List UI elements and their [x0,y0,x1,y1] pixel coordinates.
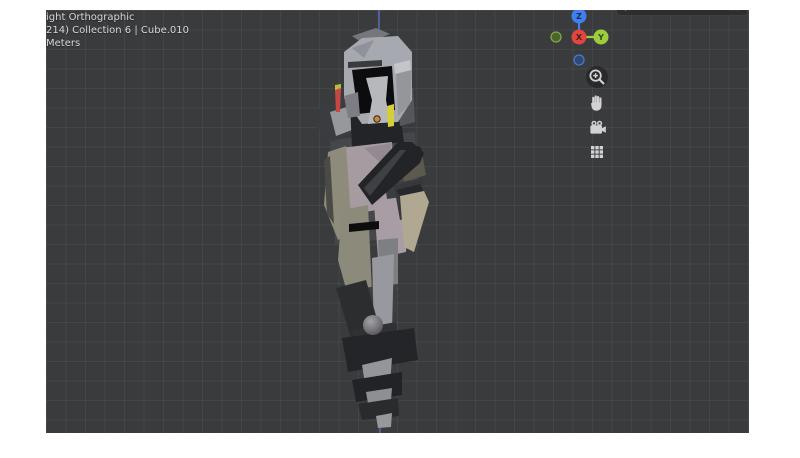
navigation-gizmo[interactable]: Z Y X [526,10,626,78]
viewport-overlay-text: ight Orthographic 214) Collection 6 | Cu… [46,11,189,50]
gizmo-x-label: X [576,33,583,42]
gizmo-axis-neg-y[interactable] [551,32,561,42]
sidebar-panel-tab-halfnet[interactable]: ▶ HalfNet ∷∷ [616,10,748,16]
gizmo-axis-neg-z[interactable] [574,55,584,65]
gizmo-y-label: Y [597,33,604,42]
viewport-gadgets [586,66,610,166]
panel-expand-arrow-icon: ▶ [625,10,630,14]
pan-hand-icon [586,91,608,113]
model-cube-010[interactable] [46,10,749,433]
camera-view-button[interactable] [586,116,608,138]
grid-ortho-icon [586,141,608,163]
units-label: Meters [46,37,189,50]
panel-grip-dots-icon: ∷∷ [730,10,741,14]
zoom-button[interactable] [586,66,608,88]
mech-figure [316,28,429,428]
zoom-icon [586,66,608,88]
view-name-label: ight Orthographic [46,11,189,24]
panel-tab-label: HalfNet [635,10,669,14]
grid-toggle-button[interactable] [586,141,608,163]
3d-viewport[interactable]: ight Orthographic 214) Collection 6 | Cu… [46,10,749,433]
gizmo-z-label: Z [576,12,582,21]
selection-label: 214) Collection 6 | Cube.010 [46,24,189,37]
camera-view-icon [586,116,608,138]
pan-button[interactable] [586,91,608,113]
